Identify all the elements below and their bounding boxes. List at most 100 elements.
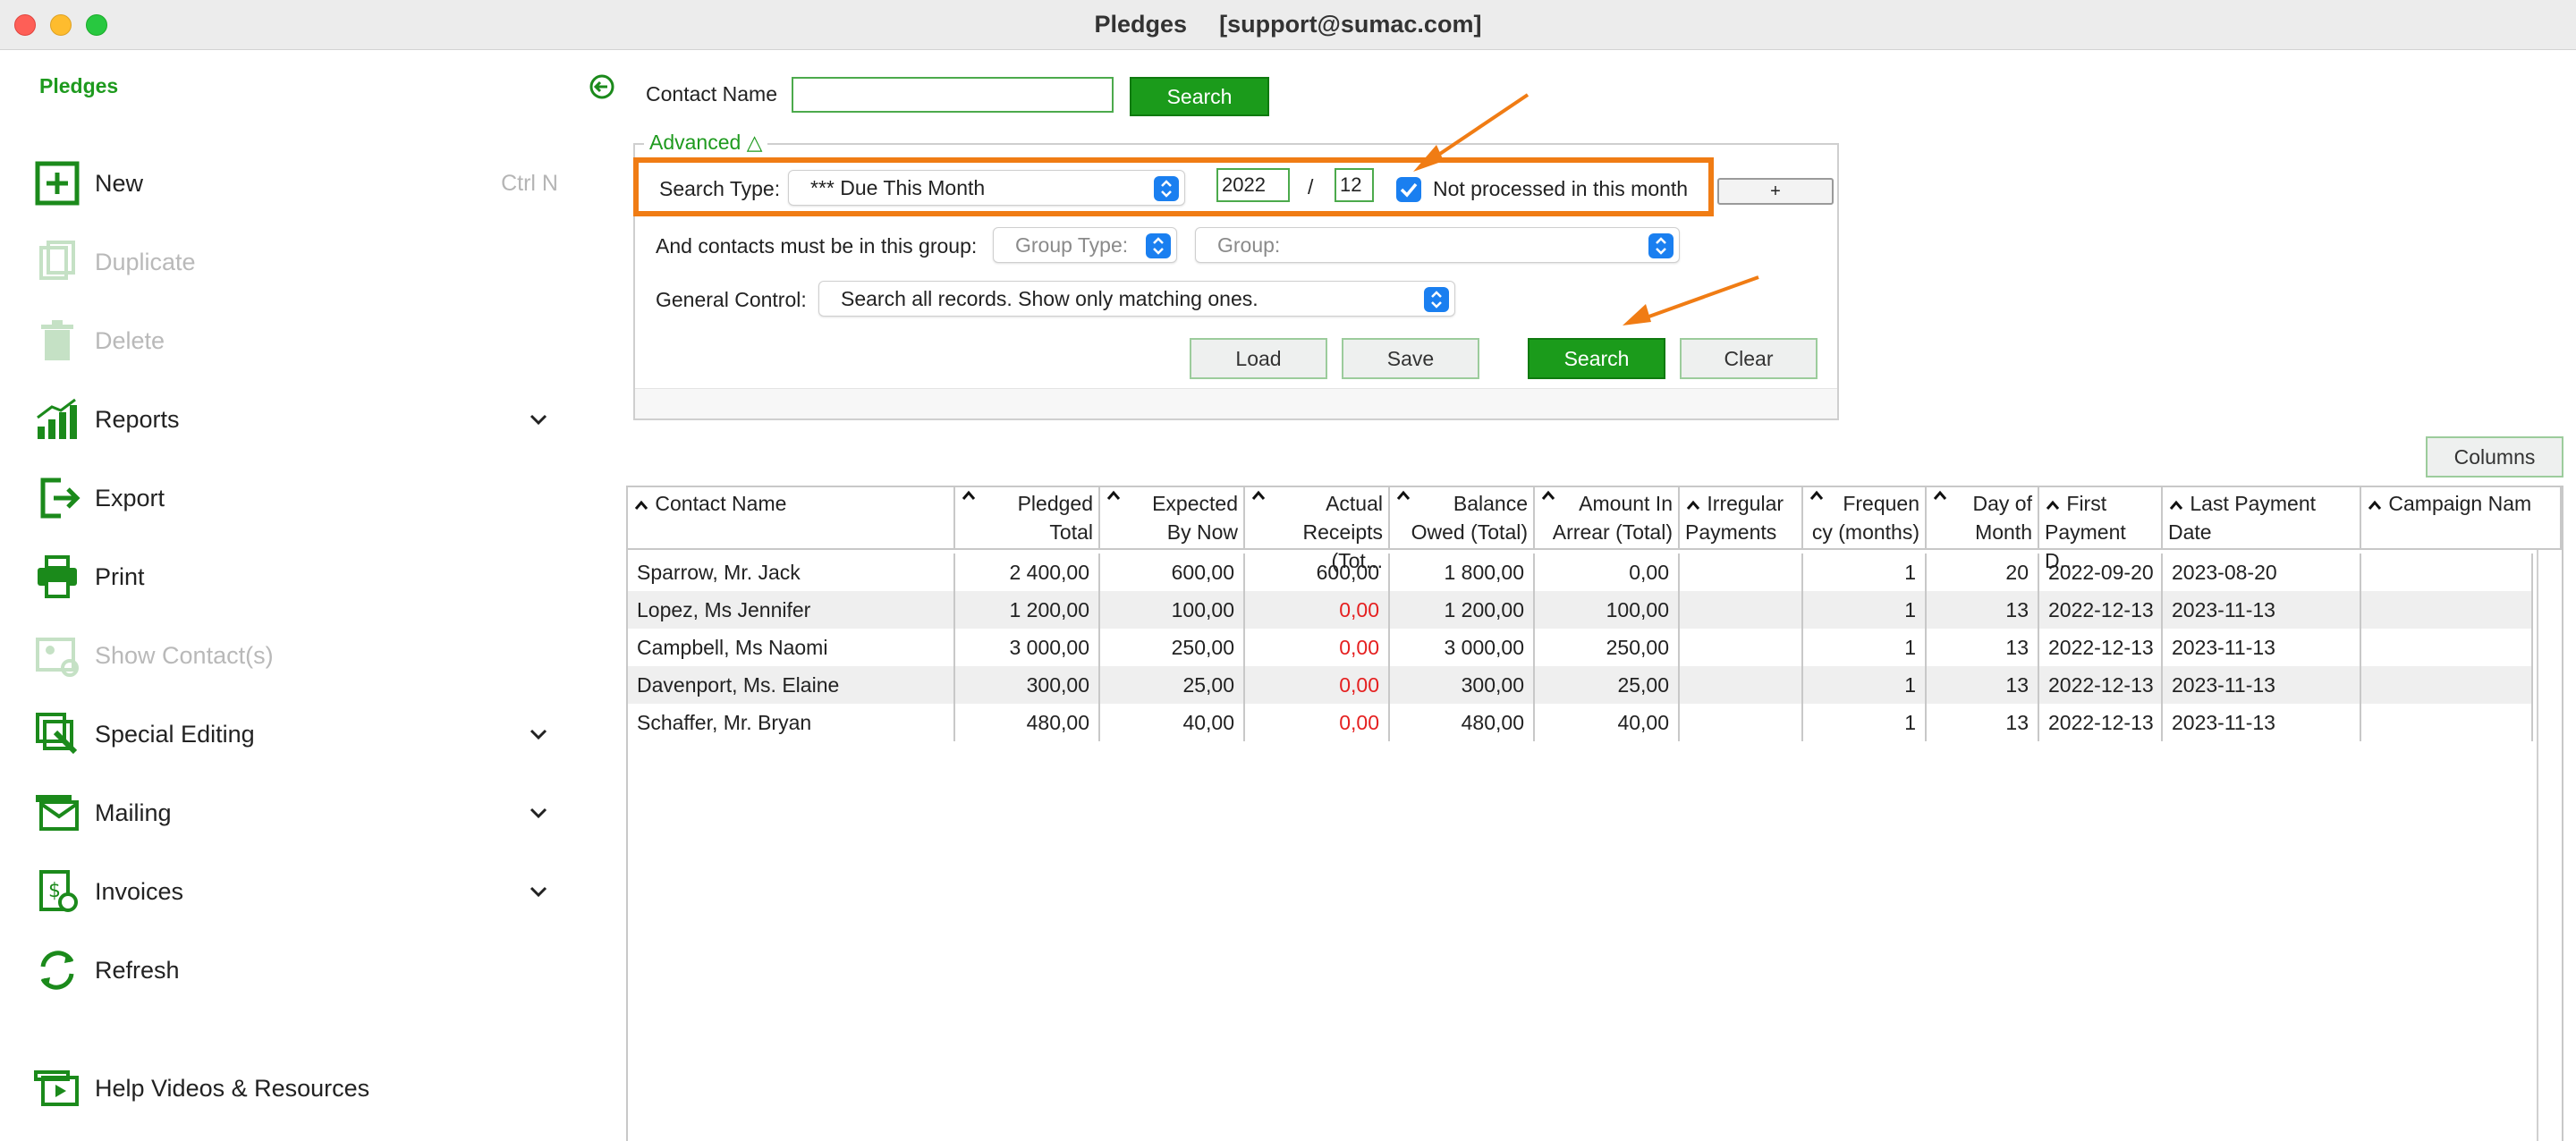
column-header-line1: Contact Name	[655, 492, 787, 515]
cell-actual: 0,00	[1245, 666, 1390, 704]
refresh-icon	[32, 945, 82, 995]
column-header-line1: Day of	[1972, 492, 2032, 515]
sidebar-item-export[interactable]: Export	[32, 469, 569, 527]
general-control-value: Search all records. Show only matching o…	[841, 286, 1258, 310]
table-row[interactable]: Lopez, Ms Jennifer 1 200,00 100,00 0,00 1 20…	[628, 591, 2533, 629]
group-select[interactable]: Group:	[1195, 227, 1680, 263]
cell-last: 2023-08-20	[2163, 554, 2361, 591]
advanced-search-button[interactable]: Search	[1528, 338, 1665, 379]
column-header-last[interactable]: Last Payment Date	[2163, 487, 2361, 550]
sidebar-item-delete[interactable]: Delete	[32, 312, 569, 369]
columns-button[interactable]: Columns	[2426, 436, 2563, 478]
cell-freq: 1	[1803, 591, 1927, 629]
sidebar-item-mailing[interactable]: Mailing	[32, 784, 569, 841]
cell-arrear: 25,00	[1535, 666, 1680, 704]
cell-actual: 0,00	[1245, 591, 1390, 629]
cell-pledged: 480,00	[955, 704, 1100, 741]
annotation-highlight-box	[633, 157, 1714, 216]
cell-irregular	[1680, 554, 1803, 591]
cell-pledged: 1 200,00	[955, 591, 1100, 629]
column-header-campaign[interactable]: Campaign Nam	[2361, 487, 2562, 550]
sidebar-item-help-videos[interactable]: Help Videos & Resources	[32, 1060, 569, 1117]
table-row[interactable]: Davenport, Ms. Elaine 300,00 25,00 0,00 300,…	[628, 666, 2533, 704]
window-account: [support@sumac.com]	[1219, 11, 1482, 38]
group-label: And contacts must be in this group:	[656, 234, 978, 258]
column-header-balance[interactable]: Balance Owed (Total)	[1390, 487, 1535, 550]
group-type-placeholder: Group Type:	[1015, 232, 1129, 257]
column-header-actual[interactable]: Actual Receipts (Tot...	[1245, 487, 1390, 572]
sort-caret-icon	[2169, 500, 2183, 510]
invoice-icon: $	[32, 866, 82, 917]
cell-arrear: 100,00	[1535, 591, 1680, 629]
trash-icon	[32, 316, 82, 366]
column-header-pledged[interactable]: Pledged Total	[955, 487, 1100, 550]
column-header-line1: Pledged	[1017, 492, 1093, 515]
sort-caret-icon	[1396, 490, 1411, 500]
contact-name-input[interactable]	[792, 77, 1114, 113]
select-stepper-icon	[1648, 233, 1674, 258]
table-row[interactable]: Campbell, Ms Naomi 3 000,00 250,00 0,00 3 00…	[628, 629, 2533, 666]
cell-name: Schaffer, Mr. Bryan	[628, 704, 955, 741]
add-criteria-button[interactable]: +	[1717, 178, 1834, 205]
sidebar-item-reports[interactable]: Reports	[32, 391, 569, 448]
advanced-toggle[interactable]: Advanced △	[644, 131, 768, 155]
sidebar-item-label: Export	[95, 484, 165, 511]
cell-expected: 250,00	[1100, 629, 1245, 666]
sidebar-item-label: Special Editing	[95, 720, 255, 748]
cell-last: 2023-11-13	[2163, 704, 2361, 741]
sidebar-item-print[interactable]: Print	[32, 548, 569, 605]
collapse-sidebar-icon[interactable]	[589, 73, 615, 100]
sort-caret-icon	[1809, 490, 1824, 500]
chevron-down-icon[interactable]	[526, 407, 551, 432]
column-header-line2: Payments	[1685, 520, 1777, 544]
load-button[interactable]: Load	[1190, 338, 1327, 379]
contact-search-button[interactable]: Search	[1130, 77, 1269, 116]
cell-last: 2023-11-13	[2163, 591, 2361, 629]
chevron-down-icon[interactable]	[526, 800, 551, 825]
column-header-irregular[interactable]: Irregular Payments	[1680, 487, 1803, 550]
sidebar-item-invoices[interactable]: $ Invoices	[32, 863, 569, 920]
column-header-line1: Irregular	[1707, 492, 1784, 515]
table-header: Contact Name Pledged Total Expected By Now Ac…	[628, 487, 2562, 572]
sort-caret-icon	[1106, 490, 1121, 500]
cell-name: Sparrow, Mr. Jack	[628, 554, 955, 591]
cell-balance: 1 800,00	[1390, 554, 1535, 591]
column-header-line1: Actual	[1326, 492, 1383, 515]
table-row[interactable]: Sparrow, Mr. Jack 2 400,00 600,00 600,00 1 8…	[628, 554, 2533, 591]
select-stepper-icon	[1424, 287, 1449, 312]
column-header-name[interactable]: Contact Name	[628, 487, 955, 550]
column-header-first[interactable]: First Payment D...	[2039, 487, 2163, 572]
sidebar-item-label: Delete	[95, 326, 165, 354]
cell-first: 2022-12-13	[2039, 629, 2163, 666]
sort-caret-icon	[1541, 490, 1555, 500]
group-type-select[interactable]: Group Type:	[993, 227, 1177, 263]
window-title: Pledges [support@sumac.com]	[0, 11, 2576, 38]
sidebar-item-label: Refresh	[95, 956, 180, 984]
window-title-text: Pledges	[1094, 11, 1188, 38]
sidebar-item-refresh[interactable]: Refresh	[32, 942, 569, 999]
vertical-scrollbar[interactable]	[2537, 550, 2562, 1141]
column-header-line2: Total	[1049, 520, 1093, 544]
column-header-expected[interactable]: Expected By Now	[1100, 487, 1245, 550]
sidebar-item-special-editing[interactable]: Special Editing	[32, 706, 569, 763]
column-header-line1: Amount In	[1579, 492, 1673, 515]
column-header-arrear[interactable]: Amount In Arrear (Total)	[1535, 487, 1680, 550]
cell-name: Lopez, Ms Jennifer	[628, 591, 955, 629]
cell-day: 20	[1927, 554, 2039, 591]
sidebar-item-label: Help Videos & Resources	[95, 1074, 370, 1102]
sidebar-item-new[interactable]: New Ctrl N	[32, 155, 569, 212]
sidebar-item-label: Duplicate	[95, 248, 196, 275]
column-header-day[interactable]: Day of Month	[1927, 487, 2039, 550]
chevron-down-icon[interactable]	[526, 722, 551, 747]
chevron-down-icon[interactable]	[526, 879, 551, 904]
cell-expected: 100,00	[1100, 591, 1245, 629]
general-control-select[interactable]: Search all records. Show only matching o…	[818, 281, 1455, 317]
sidebar-item-duplicate[interactable]: Duplicate	[32, 233, 569, 291]
column-header-freq[interactable]: Frequen cy (months)	[1803, 487, 1927, 550]
cell-expected: 25,00	[1100, 666, 1245, 704]
sort-caret-icon	[962, 490, 976, 500]
sidebar-item-show-contacts[interactable]: Show Contact(s)	[32, 627, 569, 684]
save-button[interactable]: Save	[1342, 338, 1479, 379]
clear-button[interactable]: Clear	[1680, 338, 1818, 379]
table-row[interactable]: Schaffer, Mr. Bryan 480,00 40,00 0,00 480,00…	[628, 704, 2533, 741]
